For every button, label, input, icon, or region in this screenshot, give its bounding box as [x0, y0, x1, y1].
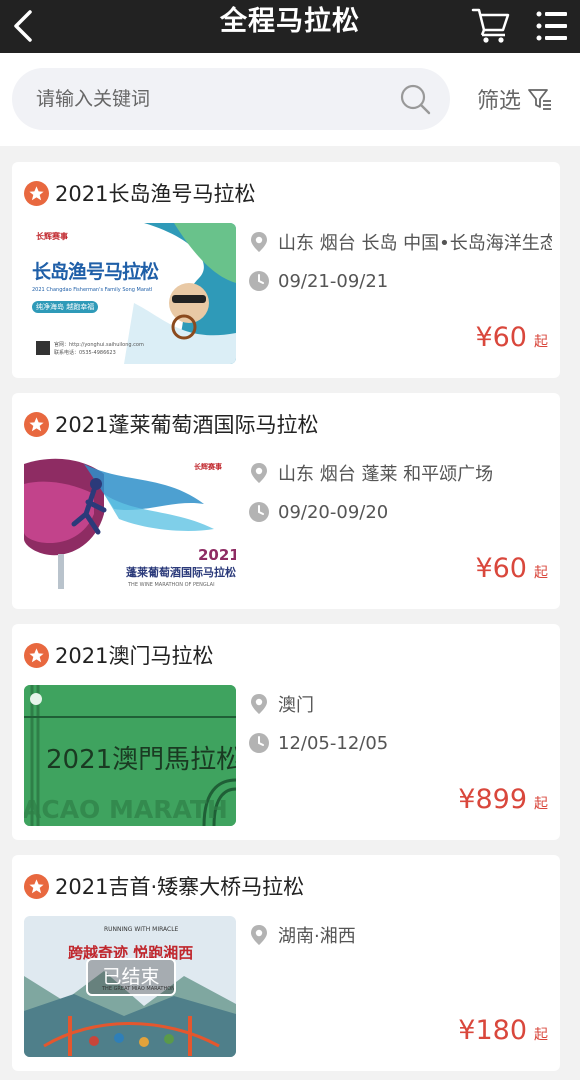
event-card-header: 2021长岛渔号马拉松 [24, 176, 255, 210]
date-text: 09/20-09/20 [278, 501, 389, 523]
event-location: 山东 烟台 长岛 中国•长岛海洋生态 [248, 227, 552, 257]
search-box [12, 68, 450, 130]
poster-brand: 长辉赛事 [36, 232, 68, 241]
event-date: 12/05-12/05 [248, 728, 552, 758]
event-price: ¥899 起 [458, 784, 548, 815]
price-amount: ¥60 [475, 553, 527, 584]
star-icon [24, 411, 49, 437]
filter-icon [528, 89, 552, 110]
event-title: 2021长岛渔号马拉松 [55, 182, 256, 206]
price-amount: ¥180 [458, 1015, 527, 1046]
event-card-header: 2021澳门马拉松 [24, 638, 213, 672]
event-title: 2021澳门马拉松 [55, 644, 214, 668]
chevron-left-icon [14, 10, 32, 42]
top-nav-bar: 全程马拉松 [0, 0, 580, 53]
location-pin-icon [251, 694, 267, 714]
event-card[interactable]: 2021蓬莱葡萄酒国际马拉松 长辉赛事 2021 蓬莱葡萄酒国际马拉松 THE … [12, 393, 560, 609]
event-card[interactable]: 2021长岛渔号马拉松 长辉赛事 长岛渔号马拉松 2021 Changdao F… [12, 162, 560, 378]
event-title: 2021蓬莱葡萄酒国际马拉松 [55, 413, 319, 437]
location-text: 山东 烟台 蓬莱 和平颂广场 [278, 464, 494, 485]
event-poster[interactable]: RUNNING WITH MIRACLE 跨越奇迹 悦跑湘西 THE GREAT… [24, 916, 236, 1057]
event-date: 09/20-09/20 [248, 497, 552, 527]
price-amount: ¥60 [475, 322, 527, 353]
menu-icon [536, 11, 567, 41]
event-location: 澳门 [248, 689, 552, 719]
clock-icon [249, 733, 269, 753]
cart-icon [471, 8, 510, 43]
location-pin-icon [251, 463, 267, 483]
poster-subtitle: THE WINE MARATHON OF PENGLAI [128, 582, 215, 588]
event-title: 2021吉首·矮寨大桥马拉松 [55, 875, 305, 899]
poster-contact: 官网：http://yonghui.saihuilong.com [54, 342, 144, 348]
clock-icon [249, 502, 269, 522]
search-icon[interactable] [398, 82, 432, 116]
date-text: 09/21-09/21 [278, 270, 389, 292]
event-card[interactable]: 2021澳门马拉松 2021澳門馬拉松 ACAO MARATH 澳门 12/05… [12, 624, 560, 840]
event-location: 山东 烟台 蓬莱 和平颂广场 [248, 458, 552, 488]
event-price: ¥60 起 [475, 553, 548, 584]
event-price: ¥60 起 [475, 322, 548, 353]
star-icon [24, 642, 49, 668]
event-card[interactable]: 2021吉首·矮寨大桥马拉松 RUNNING WITH MIRACLE 跨越奇迹… [12, 855, 560, 1071]
menu-button[interactable] [532, 6, 572, 46]
date-text: 12/05-12/05 [278, 732, 389, 754]
location-text: 山东 烟台 长岛 中国•长岛海洋生态 [278, 233, 552, 254]
filter-button[interactable]: 筛选 [477, 83, 553, 115]
poster-name: 蓬莱葡萄酒国际马拉松 [126, 566, 236, 579]
event-price: ¥180 起 [458, 1015, 548, 1046]
poster-slogan: 纯净海岛 越跑幸福 [32, 301, 99, 313]
price-suffix: 起 [534, 565, 548, 581]
clock-icon [249, 271, 269, 291]
price-suffix: 起 [534, 1027, 548, 1043]
event-poster[interactable]: 2021澳門馬拉松 ACAO MARATH [24, 685, 236, 826]
star-icon [24, 180, 49, 206]
poster-name: 2021澳門馬拉松 [46, 745, 236, 775]
filter-label: 筛选 [477, 89, 522, 114]
poster-name: 长岛渔号马拉松 [32, 261, 159, 283]
event-date: 09/21-09/21 [248, 266, 552, 296]
event-card-header: 2021蓬莱葡萄酒国际马拉松 [24, 407, 318, 441]
event-poster[interactable]: 长辉赛事 2021 蓬莱葡萄酒国际马拉松 THE WINE MARATHON O… [24, 454, 236, 595]
search-input[interactable] [36, 68, 396, 130]
location-pin-icon [251, 925, 267, 945]
location-text: 澳门 [278, 695, 314, 716]
star-icon [24, 873, 49, 899]
poster-subtitle: ACAO MARATH [24, 795, 228, 824]
ended-badge: 已结束 [86, 958, 176, 996]
poster-brand: 长辉赛事 [194, 463, 222, 471]
price-amount: ¥899 [458, 784, 527, 815]
price-suffix: 起 [534, 796, 548, 812]
event-poster[interactable]: 长辉赛事 长岛渔号马拉松 2021 Changdao Fisherman's F… [24, 223, 236, 364]
search-bar: 筛选 [0, 53, 580, 146]
poster-year: 2021 [198, 546, 236, 564]
cart-button[interactable] [470, 4, 512, 44]
poster-contact: 联系电话：0535-4986623 [54, 350, 116, 356]
event-card-header: 2021吉首·矮寨大桥马拉松 [24, 869, 304, 903]
price-suffix: 起 [534, 334, 548, 350]
location-pin-icon [251, 232, 267, 252]
poster-tagline: RUNNING WITH MIRACLE [104, 926, 179, 933]
event-location: 湖南·湘西 [248, 920, 552, 950]
poster-subtitle: 2021 Changdao Fisherman's Family Song Ma… [32, 287, 152, 293]
location-text: 湖南·湘西 [278, 926, 356, 947]
back-button[interactable] [6, 6, 46, 46]
